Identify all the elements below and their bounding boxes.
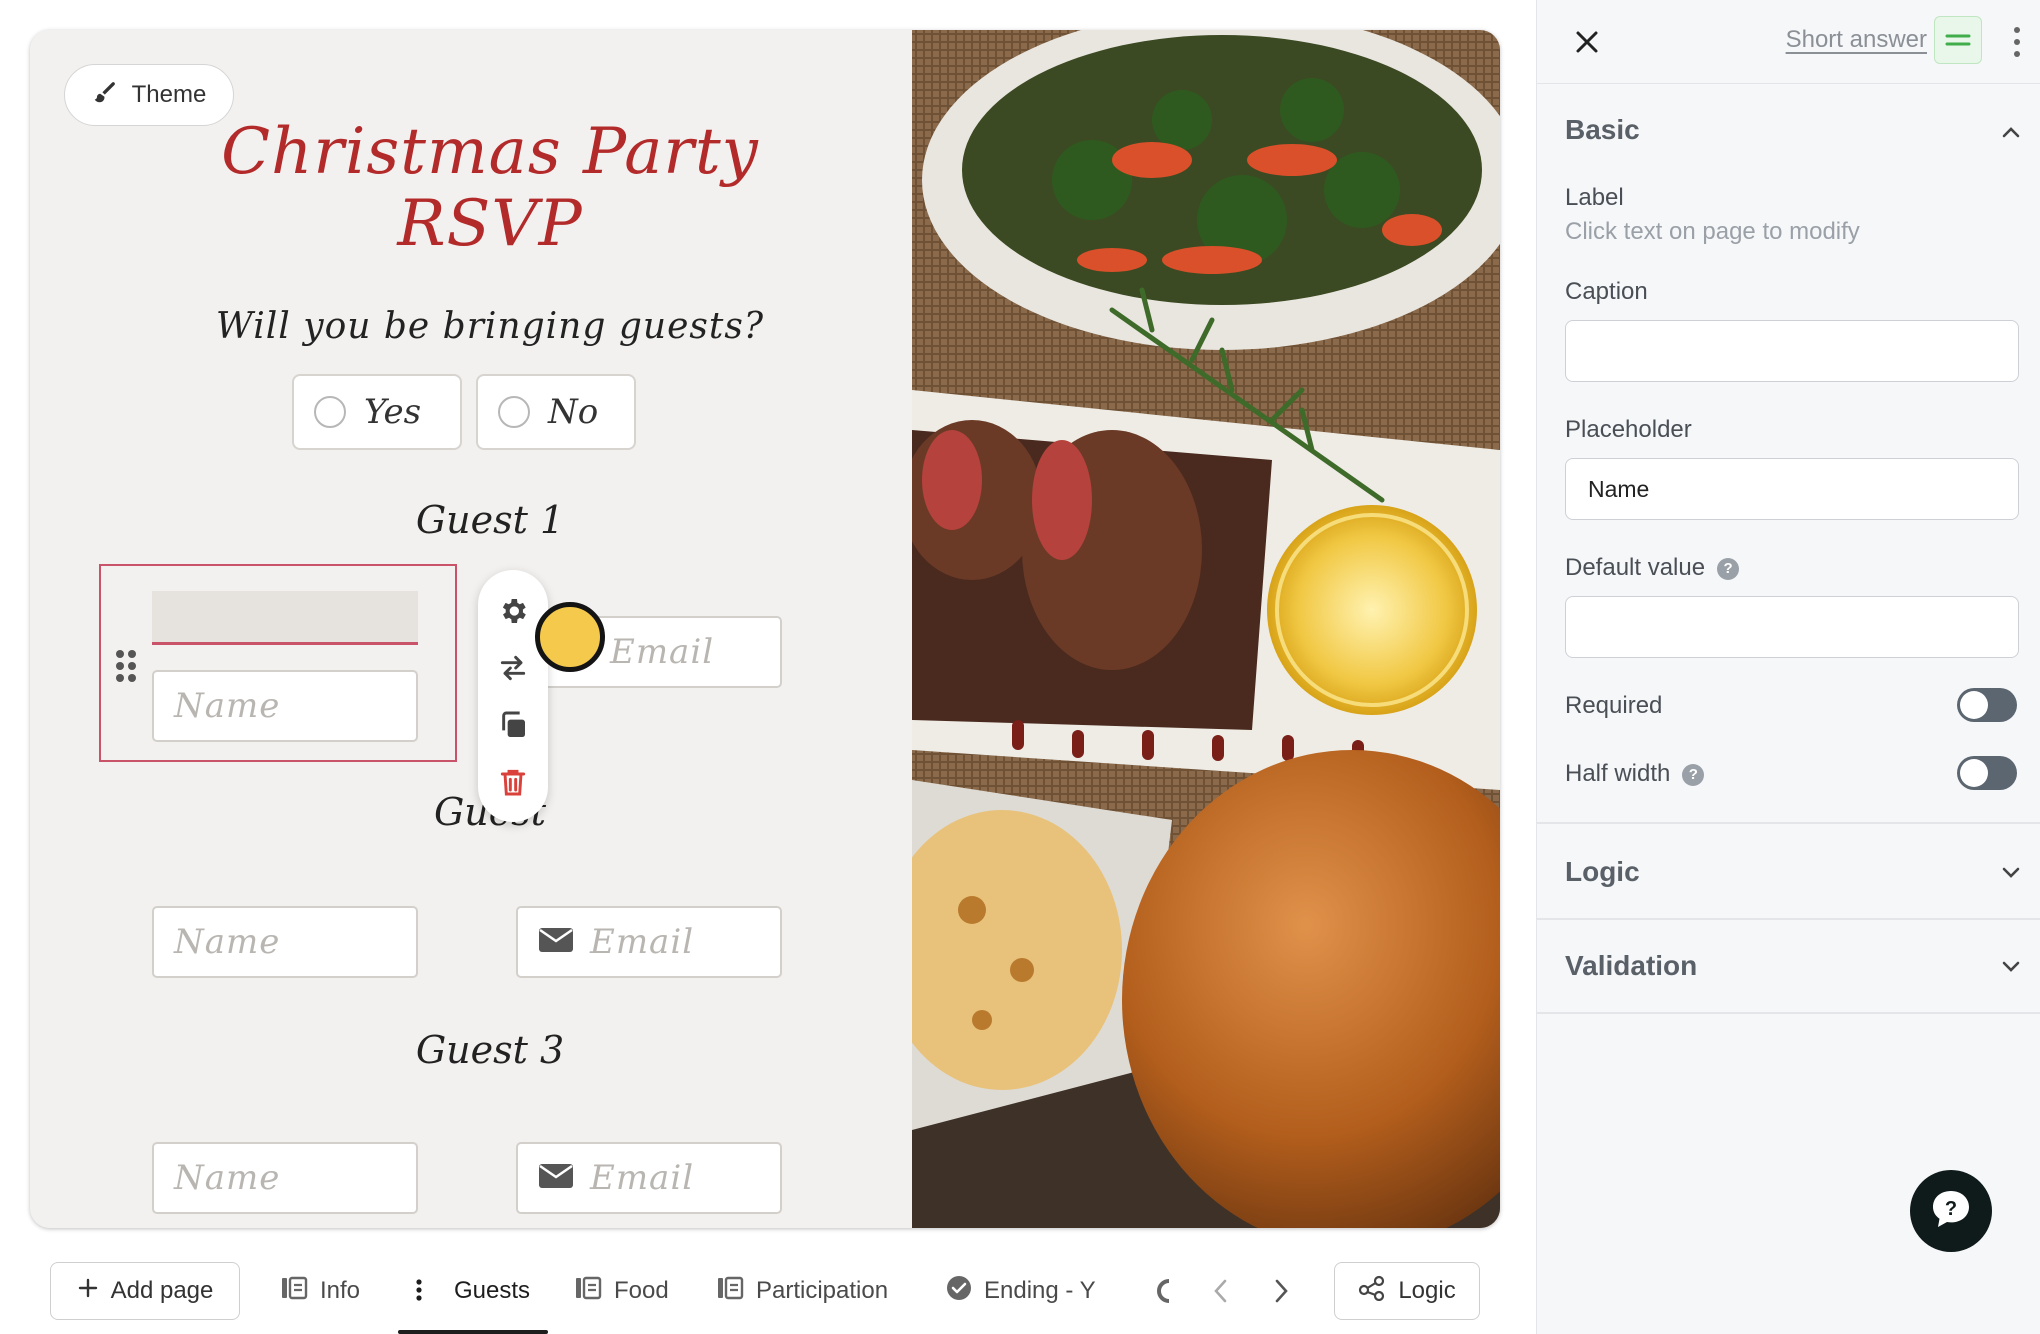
choice-no-label: No — [548, 392, 599, 432]
logic-label: Logic — [1398, 1277, 1456, 1304]
page-title[interactable]: Christmas Party RSVP — [110, 116, 870, 260]
required-toggle[interactable] — [1957, 688, 2017, 722]
label-field-hint: Click text on page to modify — [1565, 218, 1860, 245]
field-toolbar — [478, 570, 548, 822]
tab-label: Info — [320, 1277, 361, 1304]
placeholder-input[interactable]: Name — [1565, 458, 2019, 520]
pointer-cursor-indicator — [535, 602, 605, 672]
check-circle-icon — [946, 1275, 972, 1308]
tab-participation[interactable]: Participation — [716, 1262, 888, 1320]
cover-image — [912, 30, 1500, 1228]
drag-handle-icon[interactable] — [114, 648, 138, 684]
default-value-input[interactable] — [1565, 596, 2019, 658]
guest-3-title[interactable]: Guest 3 — [110, 1028, 870, 1072]
tab-label: Ending - Y — [984, 1277, 1096, 1304]
guest-2-email-input[interactable]: Email — [516, 906, 782, 978]
guest-3-email-input[interactable]: Email — [516, 1142, 782, 1214]
choice-no[interactable]: No — [476, 374, 636, 450]
tab-guests[interactable]: Guests — [414, 1262, 530, 1320]
tab-label: Participation — [756, 1277, 889, 1304]
default-value-title: Default value? — [1565, 554, 1740, 582]
tab-label: Food — [614, 1277, 669, 1304]
divider — [1537, 1012, 2040, 1014]
help-icon[interactable]: ? — [1682, 763, 1705, 786]
section-logic-header[interactable]: Logic — [1565, 856, 1640, 888]
title-line-2: RSVP — [397, 187, 583, 261]
page-tabs-bar: Add page Info Guests Food Participation … — [0, 1250, 1530, 1334]
active-tab-indicator — [398, 1330, 548, 1334]
chevron-right-icon[interactable] — [1266, 1276, 1296, 1306]
guest-1-name-input[interactable]: Name — [152, 670, 418, 742]
chevron-down-icon[interactable] — [1999, 954, 2023, 978]
logic-button[interactable]: Logic — [1334, 1262, 1480, 1320]
radio-icon — [498, 396, 530, 428]
help-icon[interactable]: ? — [1717, 557, 1740, 580]
page-icon — [280, 1275, 308, 1308]
trash-icon[interactable] — [497, 766, 529, 798]
divider — [1537, 918, 2040, 920]
add-page-button[interactable]: Add page — [50, 1262, 240, 1320]
swap-icon[interactable] — [497, 652, 529, 684]
half-width-toggle[interactable] — [1957, 756, 2017, 790]
guest-2-name-input[interactable]: Name — [152, 906, 418, 978]
tab-food[interactable]: Food — [574, 1262, 669, 1320]
gear-icon[interactable] — [497, 595, 529, 627]
tab-info[interactable]: Info — [280, 1262, 360, 1320]
form-canvas: Theme Christmas Party RSVP Will you be b… — [30, 30, 1500, 1228]
paintbrush-icon — [92, 79, 118, 112]
choice-yes-label: Yes — [364, 392, 422, 432]
section-validation-header[interactable]: Validation — [1565, 950, 1697, 982]
tab-label: Guests — [454, 1277, 531, 1304]
page-icon — [574, 1275, 602, 1308]
guest-1-title[interactable]: Guest 1 — [110, 498, 870, 542]
short-answer-icon[interactable] — [1934, 16, 1982, 64]
half-width-label: Half width — [1565, 760, 1671, 787]
email-placeholder: Email — [590, 1158, 695, 1198]
name-placeholder: Name — [174, 1158, 281, 1198]
field-type-link[interactable]: Short answer — [1767, 26, 1927, 54]
share-nodes-icon — [1358, 1275, 1386, 1308]
label-field-title: Label — [1565, 184, 1624, 211]
partial-tab-icon[interactable] — [1150, 1276, 1180, 1306]
required-label: Required — [1565, 692, 1663, 719]
email-placeholder: Email — [610, 632, 715, 672]
title-line-1: Christmas Party — [221, 115, 759, 189]
duplicate-icon[interactable] — [497, 709, 529, 741]
half-width-row: Half width? — [1565, 760, 1705, 788]
theme-label: Theme — [131, 81, 207, 108]
page-icon — [716, 1275, 744, 1308]
caption-title: Caption — [1565, 278, 1648, 305]
default-value-label: Default value — [1565, 554, 1706, 581]
chevron-down-icon[interactable] — [1999, 860, 2023, 884]
panel-header: Short answer — [1537, 0, 2040, 84]
envelope-icon — [538, 1158, 574, 1198]
properties-panel: Short answer Basic Label Click text on p… — [1536, 0, 2040, 1334]
chat-question-icon: ? — [1929, 1187, 1973, 1236]
guest-3-name-input[interactable]: Name — [152, 1142, 418, 1214]
section-basic-header[interactable]: Basic — [1565, 114, 1640, 146]
field-label-editor[interactable] — [152, 591, 418, 645]
radio-icon — [314, 396, 346, 428]
chevron-left-icon[interactable] — [1206, 1276, 1236, 1306]
divider — [1537, 822, 2040, 824]
email-placeholder: Email — [590, 922, 695, 962]
name-placeholder: Name — [174, 686, 281, 726]
more-vertical-icon[interactable] — [2007, 22, 2027, 62]
tab-ending[interactable]: Ending - Y — [946, 1262, 1096, 1320]
chevron-up-icon[interactable] — [1999, 120, 2023, 144]
name-placeholder: Name — [174, 922, 281, 962]
svg-text:?: ? — [1945, 1198, 1957, 1220]
help-chat-button[interactable]: ? — [1910, 1170, 1992, 1252]
choice-yes[interactable]: Yes — [292, 374, 462, 450]
envelope-icon — [538, 922, 574, 962]
more-vertical-icon[interactable] — [414, 1274, 424, 1309]
question-label[interactable]: Will you be bringing guests? — [110, 306, 870, 347]
plus-icon — [77, 1277, 99, 1306]
caption-input[interactable] — [1565, 320, 2019, 382]
close-icon[interactable] — [1567, 22, 1607, 62]
placeholder-title: Placeholder — [1565, 416, 1692, 443]
form-pane: Theme Christmas Party RSVP Will you be b… — [30, 30, 912, 1228]
add-page-label: Add page — [110, 1277, 214, 1304]
